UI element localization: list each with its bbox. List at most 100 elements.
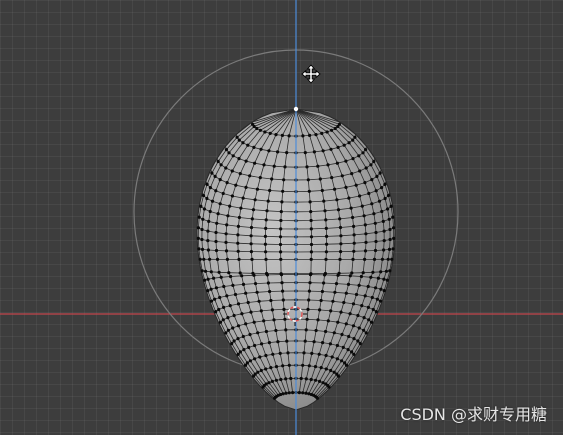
- mesh-vertex[interactable]: [317, 352, 321, 356]
- mesh-vertex[interactable]: [241, 282, 246, 286]
- mesh-vertex[interactable]: [291, 391, 295, 395]
- mesh-vertex[interactable]: [214, 286, 218, 290]
- mesh-vertex[interactable]: [274, 365, 279, 369]
- mesh-vertex[interactable]: [236, 324, 241, 328]
- mesh-vertex[interactable]: [200, 237, 204, 242]
- mesh-vertex[interactable]: [363, 181, 367, 185]
- mesh-vertex[interactable]: [312, 150, 316, 154]
- mesh-vertex[interactable]: [340, 359, 344, 363]
- mesh-vertex[interactable]: [320, 131, 324, 135]
- mesh-vertex[interactable]: [267, 149, 271, 153]
- mesh-vertex[interactable]: [221, 318, 225, 322]
- mesh-vertex[interactable]: [278, 235, 283, 239]
- mesh-vertex[interactable]: [339, 242, 343, 246]
- mesh-vertex[interactable]: [358, 169, 362, 173]
- mesh-vertex[interactable]: [363, 257, 367, 261]
- mesh-vertex[interactable]: [363, 249, 368, 253]
- mesh-vertex[interactable]: [351, 215, 355, 220]
- mesh-vertex[interactable]: [206, 229, 210, 233]
- mesh-vertex[interactable]: [281, 392, 285, 396]
- mesh-vertex[interactable]: [366, 305, 370, 309]
- mesh-vertex[interactable]: [309, 218, 313, 223]
- mesh-vertex[interactable]: [264, 353, 268, 358]
- mesh-vertex[interactable]: [347, 141, 351, 145]
- mesh-vertex[interactable]: [212, 276, 216, 280]
- mesh-vertex[interactable]: [318, 177, 322, 181]
- mesh-vertex[interactable]: [344, 159, 348, 163]
- mesh-vertex[interactable]: [385, 278, 389, 282]
- mesh-vertex[interactable]: [266, 199, 270, 203]
- mesh-vertex[interactable]: [237, 157, 241, 161]
- mesh-vertex[interactable]: [333, 187, 337, 191]
- mesh-vertex[interactable]: [252, 273, 256, 277]
- mesh-vertex[interactable]: [352, 224, 356, 228]
- mesh-vertex[interactable]: [252, 124, 256, 129]
- mesh-vertex[interactable]: [244, 159, 248, 163]
- mesh-vertex[interactable]: [279, 273, 284, 277]
- mesh-vertex[interactable]: [224, 232, 228, 236]
- mesh-vertex[interactable]: [270, 308, 274, 312]
- mesh-vertex[interactable]: [274, 328, 278, 333]
- mesh-vertex[interactable]: [333, 290, 337, 294]
- mesh-vertex[interactable]: [330, 128, 334, 132]
- mesh-vertex[interactable]: [238, 350, 242, 354]
- mesh-vertex[interactable]: [236, 352, 240, 356]
- mesh-vertex[interactable]: [226, 316, 230, 320]
- mesh-vertex[interactable]: [360, 304, 364, 308]
- mesh-vertex[interactable]: [225, 181, 229, 185]
- mesh-vertex[interactable]: [350, 172, 354, 176]
- mesh-vertex[interactable]: [324, 226, 328, 230]
- mesh-vertex[interactable]: [374, 230, 378, 235]
- mesh-vertex[interactable]: [255, 290, 259, 294]
- mesh-vertex[interactable]: [315, 396, 319, 400]
- mesh-vertex[interactable]: [256, 370, 260, 374]
- mesh-vertex[interactable]: [279, 227, 283, 231]
- mesh-vertex[interactable]: [215, 257, 220, 261]
- mesh-vertex[interactable]: [350, 271, 354, 275]
- mesh-vertex[interactable]: [344, 363, 349, 367]
- mesh-vertex[interactable]: [324, 218, 328, 222]
- mesh-vertex[interactable]: [287, 134, 291, 138]
- mesh-vertex[interactable]: [279, 210, 283, 214]
- mesh-vertex[interactable]: [218, 202, 222, 206]
- selected-vertex[interactable]: [293, 106, 299, 112]
- mesh-vertex[interactable]: [380, 209, 384, 214]
- mesh-vertex[interactable]: [318, 308, 322, 312]
- mesh-vertex[interactable]: [307, 189, 311, 193]
- mesh-vertex[interactable]: [286, 351, 290, 355]
- mesh-vertex[interactable]: [383, 196, 387, 201]
- mesh-vertex[interactable]: [351, 324, 356, 328]
- mesh-vertex[interactable]: [216, 159, 220, 164]
- mesh-vertex[interactable]: [216, 212, 220, 216]
- mesh-vertex[interactable]: [364, 166, 368, 170]
- mesh-vertex[interactable]: [260, 342, 264, 346]
- mesh-vertex[interactable]: [312, 340, 316, 344]
- mesh-vertex[interactable]: [262, 163, 266, 167]
- mesh-vertex[interactable]: [392, 226, 396, 230]
- mesh-vertex[interactable]: [209, 270, 213, 274]
- mesh-vertex[interactable]: [390, 257, 394, 261]
- mesh-vertex[interactable]: [256, 331, 260, 335]
- mesh-vertex[interactable]: [264, 382, 268, 386]
- mesh-vertex[interactable]: [284, 391, 288, 395]
- mesh-vertex[interactable]: [226, 328, 230, 332]
- mesh-vertex[interactable]: [352, 241, 356, 245]
- mesh-vertex[interactable]: [331, 299, 335, 303]
- mesh-vertex[interactable]: [335, 357, 339, 361]
- mesh-vertex[interactable]: [238, 172, 242, 176]
- mesh-vertex[interactable]: [265, 273, 269, 277]
- mesh-vertex[interactable]: [321, 341, 325, 345]
- mesh-vertex[interactable]: [362, 214, 366, 218]
- mesh-vertex[interactable]: [388, 227, 392, 232]
- mesh-vertex[interactable]: [381, 219, 385, 223]
- mesh-vertex[interactable]: [370, 202, 374, 206]
- mesh-vertex[interactable]: [380, 257, 384, 261]
- mesh-vertex[interactable]: [268, 289, 272, 294]
- mesh-vertex[interactable]: [364, 331, 368, 335]
- mesh-vertex[interactable]: [360, 204, 364, 208]
- mesh-vertex[interactable]: [259, 309, 263, 313]
- mesh-vertex[interactable]: [274, 133, 278, 137]
- mesh-vertex[interactable]: [321, 381, 325, 385]
- mesh-vertex[interactable]: [264, 250, 268, 254]
- mesh-vertex[interactable]: [332, 331, 336, 335]
